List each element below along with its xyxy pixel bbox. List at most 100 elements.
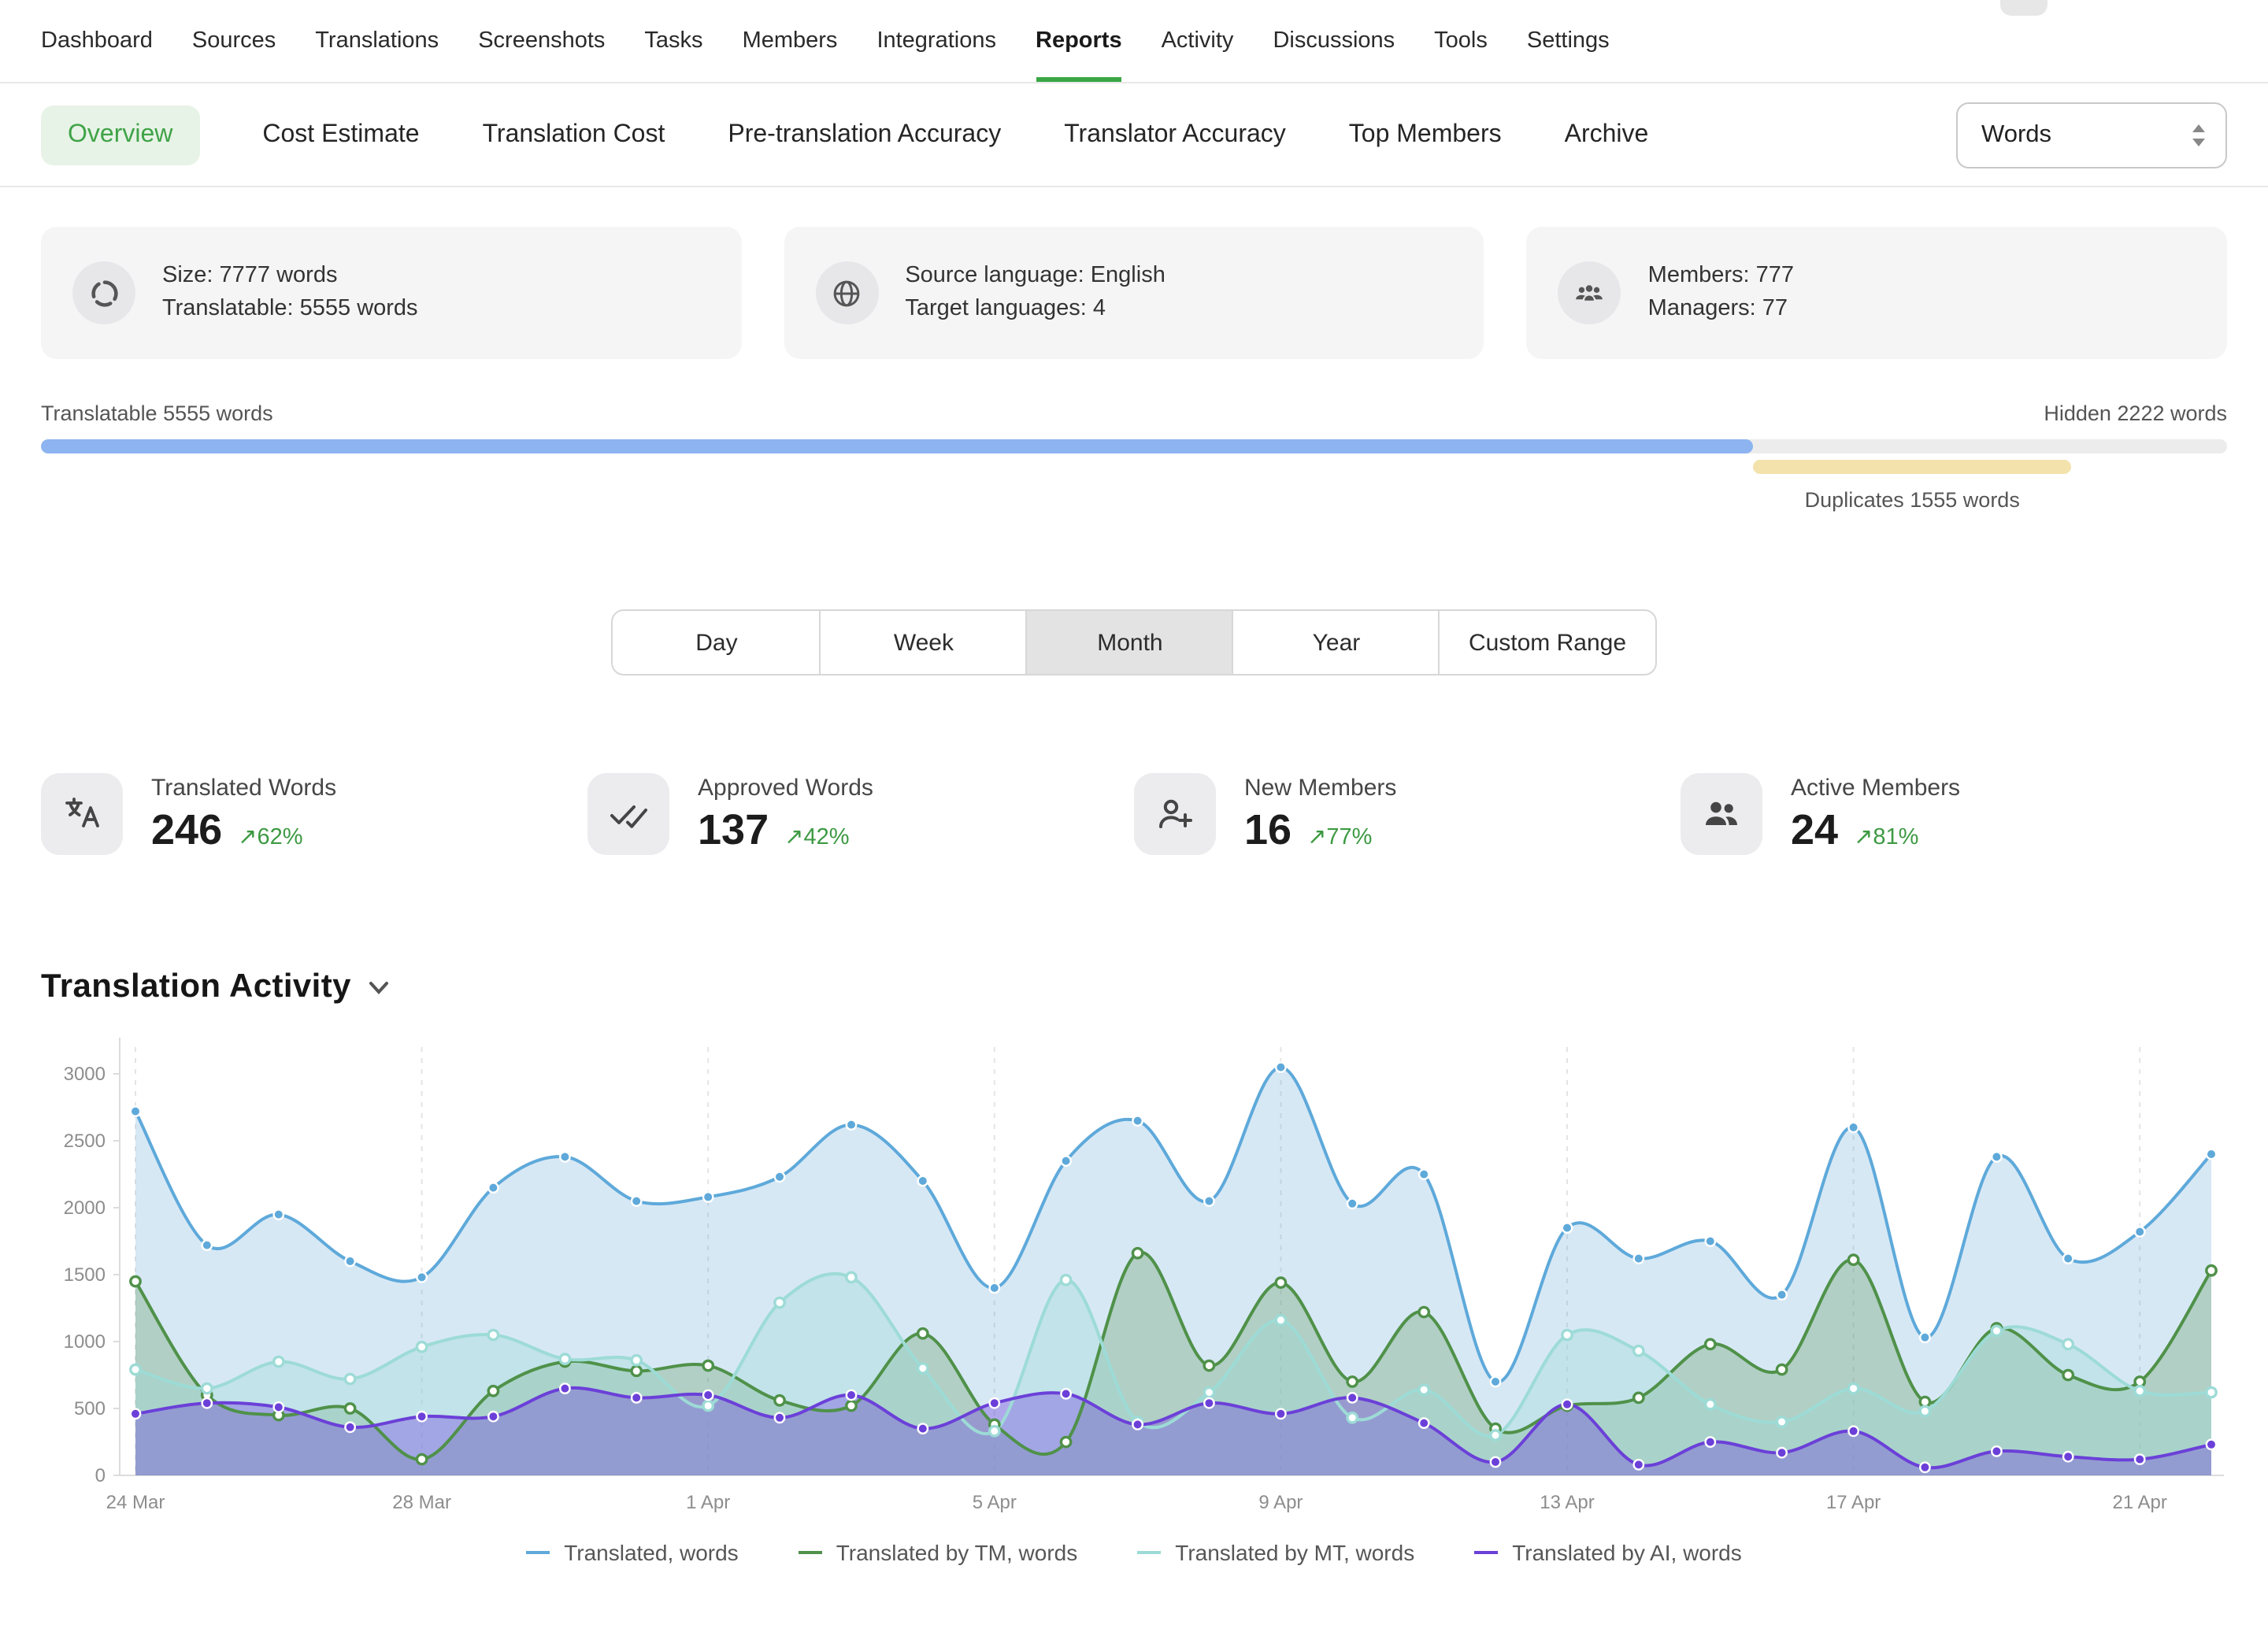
info-card-text: Size: 7777 wordsTranslatable: 5555 words: [162, 260, 418, 326]
info-card-line: Members: 777: [1648, 260, 1794, 293]
info-card: Source language: EnglishTarget languages…: [784, 227, 1484, 359]
report-tab-overview[interactable]: Overview: [41, 105, 199, 165]
stat-counters: Translated Words246↗62%Approved Words137…: [41, 773, 2227, 855]
translatable-words-label: Translatable 5555 words: [41, 402, 273, 425]
sort-arrows-icon: [2191, 122, 2207, 147]
words-breakdown-labels: Translatable 5555 words Hidden 2222 word…: [41, 402, 2227, 425]
legend-label: Translated by MT, words: [1175, 1540, 1414, 1565]
stat-delta: ↗81%: [1854, 824, 1918, 849]
info-card-line: Translatable: 5555 words: [162, 293, 418, 326]
svg-text:9 Apr: 9 Apr: [1258, 1492, 1303, 1513]
report-tabs: Overview Cost Estimate Translation Cost Pre…: [41, 105, 1648, 165]
top-nav-item-dashboard[interactable]: Dashboard: [41, 0, 153, 82]
range-option-day[interactable]: Day: [613, 611, 820, 674]
stat-delta-value: 77%: [1326, 824, 1372, 849]
cutoff-toolbar-button[interactable]: [2000, 0, 2048, 16]
date-range-switcher: DayWeekMonthYearCustom Range: [612, 609, 1656, 675]
top-nav-item-translations[interactable]: Translations: [315, 0, 439, 82]
svg-text:13 Apr: 13 Apr: [1540, 1492, 1594, 1513]
svg-text:1 Apr: 1 Apr: [686, 1492, 730, 1513]
legend-label: Translated by AI, words: [1512, 1540, 1742, 1565]
duplicates-words-label: Duplicates 1555 words: [1805, 488, 2020, 512]
stat-text: New Members16↗77%: [1244, 774, 1396, 854]
svg-text:2000: 2000: [64, 1197, 106, 1219]
range-option-custom-range[interactable]: Custom Range: [1439, 611, 1655, 674]
legend-line-icon: [1474, 1551, 1498, 1554]
report-tab-translation-cost[interactable]: Translation Cost: [483, 120, 665, 149]
report-tab-cost-estimate[interactable]: Cost Estimate: [262, 120, 419, 149]
report-tab-top-members[interactable]: Top Members: [1349, 120, 1502, 149]
top-nav-item-members[interactable]: Members: [743, 0, 838, 82]
stat-label: Approved Words: [698, 774, 873, 801]
date-range-section: DayWeekMonthYearCustom Range: [0, 609, 2268, 675]
stat-value: 137: [698, 805, 769, 854]
stat-approved-words: Approved Words 137 ↗42%: [587, 773, 1134, 855]
members-icon: [1558, 261, 1621, 324]
top-nav: Dashboard Sources Translations Screenshots T…: [0, 0, 2268, 82]
legend-item-translated-by-ai-words[interactable]: Translated by AI, words: [1474, 1540, 1742, 1565]
activity-title: Translation Activity: [41, 968, 351, 1006]
stat-value: 24: [1791, 805, 1838, 854]
report-tab-archive[interactable]: Archive: [1565, 120, 1649, 149]
trend-up-icon: ↗: [784, 824, 803, 849]
svg-text:24 Mar: 24 Mar: [106, 1492, 165, 1513]
report-tab-translator-accuracy[interactable]: Translator Accuracy: [1064, 120, 1286, 149]
legend-line-icon: [799, 1551, 822, 1554]
duplicates-label-row: Duplicates 1555 words: [41, 488, 2227, 515]
svg-text:2500: 2500: [64, 1131, 106, 1152]
legend-item-translated-by-mt-words[interactable]: Translated by MT, words: [1137, 1540, 1414, 1565]
double-check-icon: [587, 773, 669, 855]
top-nav-item-activity[interactable]: Activity: [1162, 0, 1234, 82]
info-card-line: Size: 7777 words: [162, 260, 418, 293]
globe-icon: [815, 261, 878, 324]
sync-icon: [72, 261, 135, 324]
stat-label: Translated Words: [151, 774, 336, 801]
trend-up-icon: ↗: [1307, 824, 1326, 849]
stat-value-row: 16 ↗77%: [1244, 805, 1396, 854]
stat-delta: ↗77%: [1307, 824, 1372, 849]
range-option-month[interactable]: Month: [1026, 611, 1232, 674]
svg-text:1000: 1000: [64, 1331, 106, 1353]
trend-up-icon: ↗: [238, 824, 257, 849]
stat-delta: ↗42%: [784, 824, 849, 849]
stat-delta: ↗62%: [238, 824, 302, 849]
top-nav-item-discussions[interactable]: Discussions: [1273, 0, 1395, 82]
top-nav-item-screenshots[interactable]: Screenshots: [478, 0, 605, 82]
legend-label: Translated, words: [564, 1540, 739, 1565]
unit-select-value: Words: [1981, 120, 2051, 149]
top-nav-item-reports[interactable]: Reports: [1036, 0, 1122, 82]
svg-text:28 Mar: 28 Mar: [392, 1492, 451, 1513]
unit-select[interactable]: Words: [1956, 102, 2227, 168]
range-option-week[interactable]: Week: [820, 611, 1026, 674]
top-nav-item-integrations[interactable]: Integrations: [876, 0, 996, 82]
project-info-cards: Size: 7777 wordsTranslatable: 5555 words…: [41, 227, 2227, 359]
info-card-text: Members: 777Managers: 77: [1648, 260, 1794, 326]
person-add-icon: [1134, 773, 1216, 855]
stat-new-members: New Members16↗77%: [1134, 773, 1681, 855]
stat-value: 16: [1244, 805, 1292, 854]
legend-line-icon: [526, 1551, 550, 1554]
svg-text:21 Apr: 21 Apr: [2113, 1492, 2167, 1513]
top-nav-item-tools[interactable]: Tools: [1434, 0, 1488, 82]
top-nav-item-settings[interactable]: Settings: [1527, 0, 1610, 82]
legend-label: Translated by TM, words: [836, 1540, 1078, 1565]
top-nav-item-sources[interactable]: Sources: [192, 0, 276, 82]
activity-chart-canvas: 24 Mar28 Mar1 Apr5 Apr9 Apr13 Apr17 Apr2…: [41, 1025, 2227, 1523]
legend-item-translated-by-tm-words[interactable]: Translated by TM, words: [799, 1540, 1078, 1565]
svg-text:0: 0: [95, 1465, 106, 1486]
stat-value-row: 246 ↗62%: [151, 805, 336, 854]
top-nav-bar: Dashboard Sources Translations Screenshots T…: [0, 0, 2268, 83]
report-tab-pre-translation-accuracy[interactable]: Pre-translation Accuracy: [728, 120, 1001, 149]
info-card-text: Source language: EnglishTarget languages…: [905, 260, 1166, 326]
page: Dashboard Sources Translations Screenshots T…: [0, 0, 2268, 1647]
stat-delta-value: 62%: [257, 824, 302, 849]
top-nav-item-tasks[interactable]: Tasks: [644, 0, 702, 82]
legend-item-translated-words[interactable]: Translated, words: [526, 1540, 739, 1565]
chevron-down-icon[interactable]: [369, 980, 389, 994]
svg-text:3000: 3000: [64, 1064, 106, 1085]
svg-text:17 Apr: 17 Apr: [1826, 1492, 1881, 1513]
report-tabs-bar: Overview Cost Estimate Translation Cost Pre…: [0, 83, 2268, 187]
activity-header: Translation Activity: [41, 968, 2227, 1006]
range-option-year[interactable]: Year: [1232, 611, 1439, 674]
stat-value: 246: [151, 805, 222, 854]
